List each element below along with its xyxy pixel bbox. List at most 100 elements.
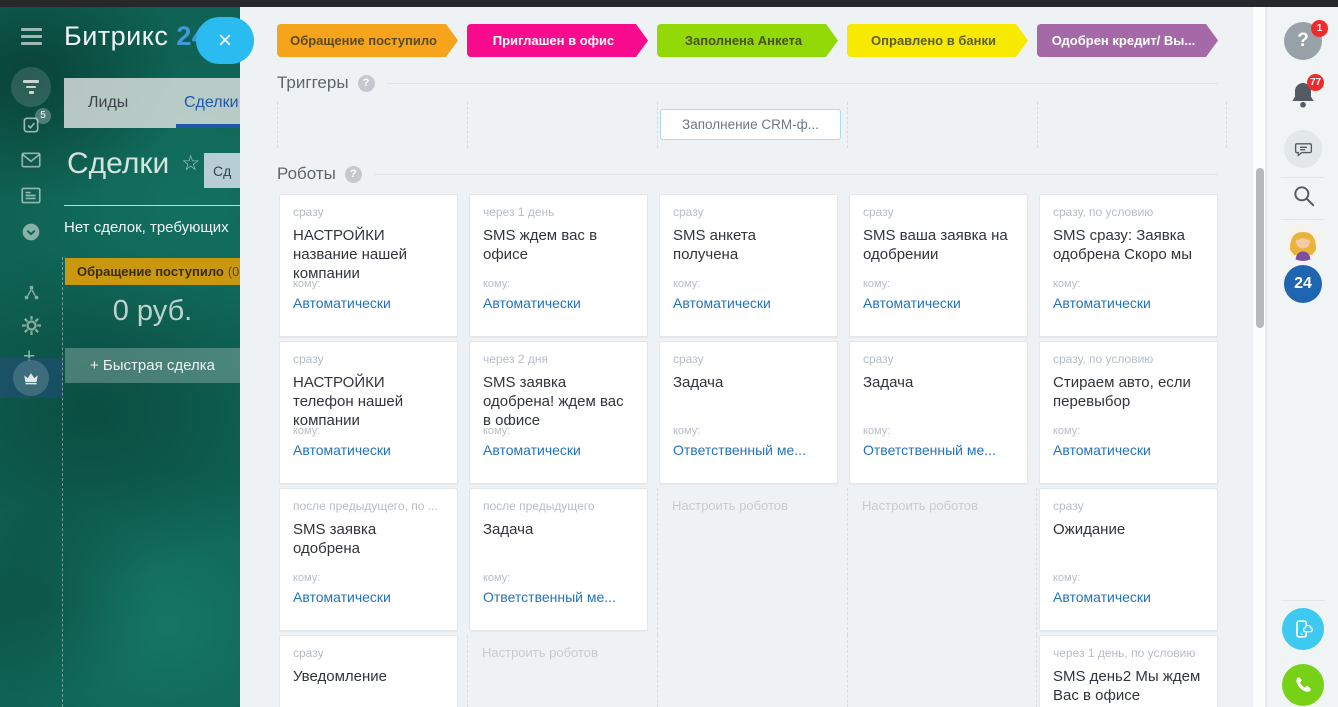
hamburger-menu-icon[interactable] xyxy=(21,28,42,49)
robot-to-label: кому: xyxy=(673,425,824,437)
automation-panel: Обращение поступило Приглашен в офис Зап… xyxy=(240,7,1252,707)
triggers-row: Заполнение CRM-ф... xyxy=(277,102,1252,148)
robot-title: SMS сразу: Заявка одобрена Скоро мы xyxy=(1053,226,1204,278)
robot-assignee-link[interactable]: Автоматически xyxy=(293,442,444,458)
robot-card[interactable]: через 1 день, по условию SMS день2 Мы жд… xyxy=(1039,635,1218,707)
pipeline-stage[interactable]: Одобрен кредит/ Вы... xyxy=(1037,24,1227,57)
trigger-slot[interactable]: Заполнение CRM-ф... xyxy=(657,102,847,148)
robot-timing: через 1 день, по условию xyxy=(1053,646,1204,662)
quick-deal-button[interactable]: + Быстрая сделка xyxy=(65,348,240,383)
robots-row: сразу Уведомление кому: Настроить робото… xyxy=(277,635,1252,707)
kanban-stage-header[interactable]: Обращение поступило(0) xyxy=(65,258,240,285)
robot-card[interactable]: сразу Задача кому: Ответственный ме... xyxy=(849,341,1028,484)
robot-timing: после предыдущего xyxy=(483,499,634,515)
robot-card[interactable]: сразу НАСТРОЙКИ телефон нашей компании к… xyxy=(279,341,458,484)
search-icon[interactable] xyxy=(1291,183,1317,209)
robot-timing: сразу xyxy=(293,646,444,662)
robot-assignee-link[interactable]: Автоматически xyxy=(863,295,1014,311)
robot-assignee-link[interactable]: Автоматически xyxy=(483,442,634,458)
vertical-scrollbar-track[interactable] xyxy=(1252,7,1266,707)
robot-card[interactable]: после предыдущего Задача кому: Ответстве… xyxy=(469,488,648,631)
robot-title: Задача xyxy=(673,373,824,425)
tasks-counter-badge: 5 xyxy=(35,108,51,124)
pipeline-stage-bar: Обращение поступило Приглашен в офис Зап… xyxy=(277,24,1252,57)
mobile-app-icon[interactable] xyxy=(1282,608,1324,650)
robot-empty-slot[interactable]: Настроить роботов xyxy=(467,635,657,707)
robot-to-label: кому: xyxy=(863,278,1014,290)
pipeline-stage[interactable]: Оправлено в банки xyxy=(847,24,1037,57)
crm-funnel-icon[interactable] xyxy=(11,67,51,107)
robot-card[interactable]: после предыдущего, по ... SMS заявка одо… xyxy=(279,488,458,631)
robot-assignee-link[interactable]: Автоматически xyxy=(293,589,444,605)
pipeline-stage[interactable]: Заполнена Анкета xyxy=(657,24,847,57)
app-screen: Битрикс 24 5 + Лиды Сделки xyxy=(0,0,1338,707)
close-panel-button[interactable]: × xyxy=(196,17,254,64)
robot-empty-slot[interactable] xyxy=(657,635,847,707)
robot-to-label: кому: xyxy=(293,278,444,290)
robot-assignee-link[interactable]: Автоматически xyxy=(1053,442,1204,458)
robot-assignee-link[interactable]: Автоматически xyxy=(673,295,824,311)
robot-assignee-link[interactable]: Автоматически xyxy=(483,295,634,311)
robot-card[interactable]: сразу НАСТРОЙКИ название нашей компании … xyxy=(279,194,458,337)
pipeline-stage[interactable]: Приглашен в офис xyxy=(467,24,657,57)
pipeline-stage[interactable]: Обращение поступило xyxy=(277,24,467,57)
help-question-icon[interactable] xyxy=(345,166,362,183)
robot-card[interactable]: сразу Ожидание кому: Автоматически xyxy=(1039,488,1218,631)
bitrix24-toolbar-icon[interactable]: 24 xyxy=(1284,265,1322,303)
vertical-scrollbar-thumb[interactable] xyxy=(1256,168,1264,328)
robot-title: SMS ждем вас в офисе xyxy=(483,226,634,278)
robot-card[interactable]: через 2 дня SMS заявка одобрена! ждем ва… xyxy=(469,341,648,484)
trigger-slot[interactable] xyxy=(1037,102,1227,148)
news-feed-icon[interactable] xyxy=(21,187,41,209)
user-avatar[interactable] xyxy=(1284,223,1322,261)
robot-assignee-link[interactable]: Автоматически xyxy=(1053,295,1204,311)
robot-card[interactable]: сразу Задача кому: Ответственный ме... xyxy=(659,341,838,484)
robot-assignee-link[interactable]: Ответственный ме... xyxy=(673,442,824,458)
robot-card[interactable]: сразу SMS анкета получена кому: Автомати… xyxy=(659,194,838,337)
favorite-star-icon[interactable]: ☆ xyxy=(181,152,200,175)
trigger-crm-form-button[interactable]: Заполнение CRM-ф... xyxy=(660,109,841,140)
robot-to-label: кому: xyxy=(1053,425,1204,437)
robot-title: НАСТРОЙКИ название нашей компании xyxy=(293,226,444,278)
trigger-slot[interactable] xyxy=(467,102,657,148)
robot-title: SMS заявка одобрена! ждем вас в офисе xyxy=(483,373,634,425)
robot-card[interactable]: сразу, по условию SMS сразу: Заявка одоб… xyxy=(1039,194,1218,337)
right-toolbar: ? 1 77 24 xyxy=(1266,7,1338,707)
no-deals-message: Нет сделок, требующих xyxy=(64,219,240,236)
robot-timing: через 2 дня xyxy=(483,352,634,368)
robot-timing: сразу, по условию xyxy=(1053,352,1204,368)
robot-assignee-link[interactable]: Автоматически xyxy=(1053,589,1204,605)
robot-empty-slot[interactable] xyxy=(847,635,1037,707)
trigger-slot[interactable] xyxy=(277,102,467,148)
chevron-down-icon[interactable] xyxy=(21,222,41,247)
robot-card[interactable]: через 1 день SMS ждем вас в офисе кому: … xyxy=(469,194,648,337)
crm-background: Битрикс 24 5 + Лиды Сделки xyxy=(0,7,240,707)
structure-icon[interactable] xyxy=(23,284,40,306)
robot-timing: сразу xyxy=(673,205,824,221)
robot-card[interactable]: сразу Уведомление кому: xyxy=(279,635,458,707)
deals-view-button[interactable]: Сд xyxy=(204,153,240,188)
crown-icon[interactable] xyxy=(13,360,49,396)
robot-assignee-link[interactable]: Автоматически xyxy=(293,295,444,311)
active-tab-underline xyxy=(176,124,240,128)
robot-assignee-link[interactable]: Ответственный ме... xyxy=(863,442,1014,458)
trigger-slot[interactable] xyxy=(847,102,1037,148)
robot-card[interactable]: сразу, по условию Стираем авто, если пер… xyxy=(1039,341,1218,484)
robot-to-label: кому: xyxy=(673,278,824,290)
notifications-badge: 77 xyxy=(1307,74,1324,91)
robot-title: Задача xyxy=(863,373,1014,425)
robot-assignee-link[interactable]: Ответственный ме... xyxy=(483,589,634,605)
messenger-icon[interactable] xyxy=(1284,130,1322,168)
telephony-phone-icon[interactable] xyxy=(1282,664,1324,706)
toolbar-divider xyxy=(1281,600,1325,601)
settings-gear-icon[interactable] xyxy=(22,316,41,340)
robot-empty-slot[interactable]: Настроить роботов xyxy=(657,488,847,635)
robot-empty-slot[interactable]: Настроить роботов xyxy=(847,488,1037,635)
mail-icon[interactable] xyxy=(21,152,41,173)
help-question-icon[interactable] xyxy=(358,75,375,92)
triggers-label: Триггеры xyxy=(277,73,349,93)
tab-deals[interactable]: Сделки xyxy=(184,94,239,112)
tab-leads[interactable]: Лиды xyxy=(88,94,128,112)
stage-total-amount: 0 руб. xyxy=(65,295,240,328)
robot-card[interactable]: сразу SMS ваша заявка на одобрении кому:… xyxy=(849,194,1028,337)
